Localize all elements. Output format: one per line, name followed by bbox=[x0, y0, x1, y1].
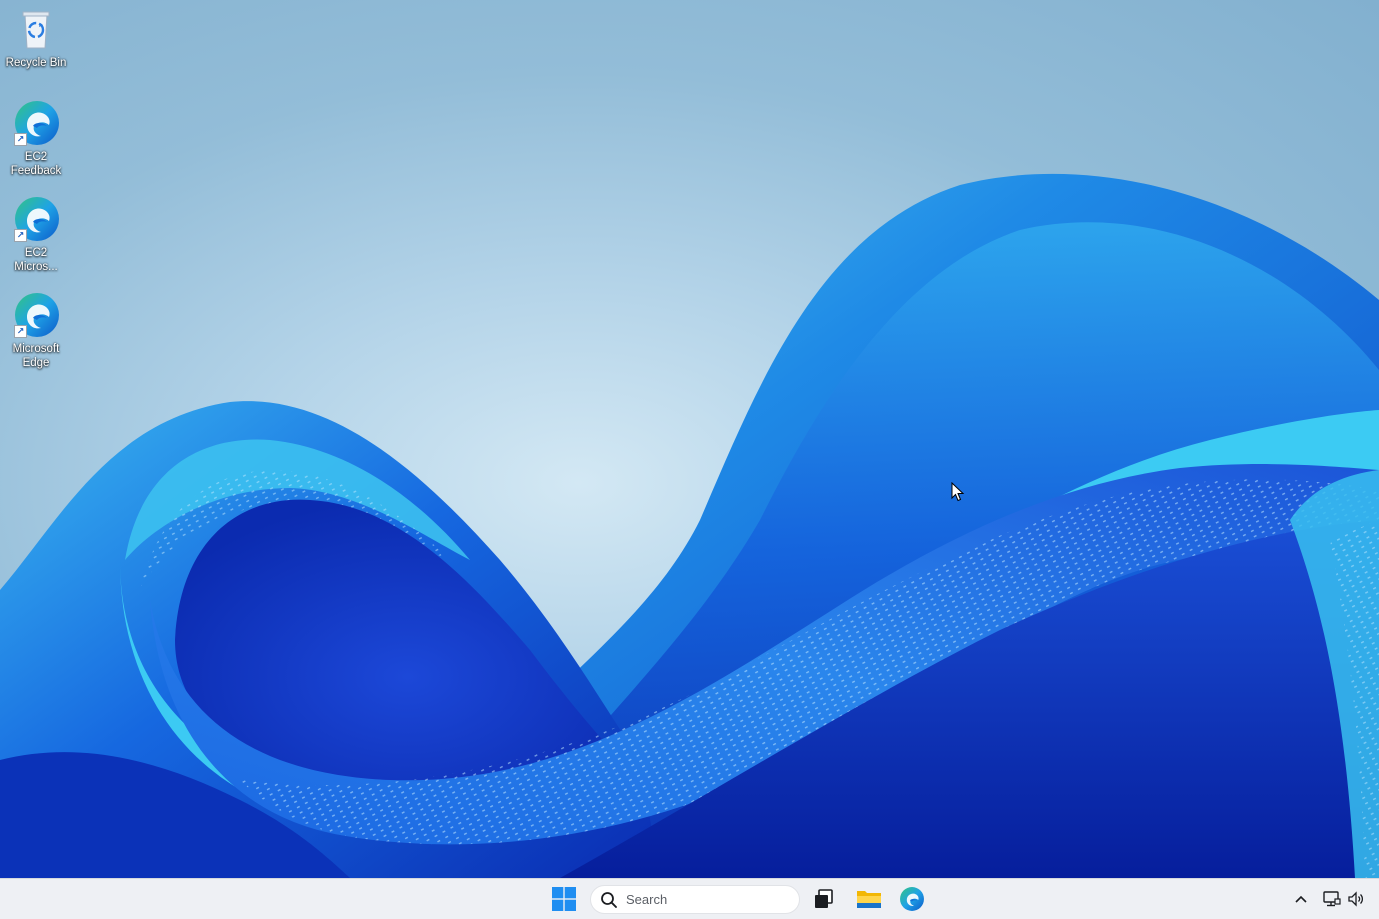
search-placeholder: Search bbox=[626, 892, 668, 907]
edge-icon: ↗ bbox=[11, 194, 61, 244]
taskbar-search-box[interactable]: Search bbox=[590, 885, 800, 914]
chevron-up-icon bbox=[1295, 895, 1307, 903]
volume-icon bbox=[1348, 891, 1364, 907]
desktop-icon-ec2-micros[interactable]: ↗ EC2 Micros... bbox=[0, 194, 72, 274]
file-explorer-button[interactable] bbox=[850, 883, 888, 915]
recycle-bin-icon bbox=[11, 4, 61, 54]
volume-button[interactable] bbox=[1345, 889, 1367, 909]
desktop-icon-label: EC2 Micros... bbox=[14, 247, 58, 273]
task-view-button[interactable] bbox=[805, 883, 843, 915]
desktop-icon-microsoft-edge[interactable]: ↗ Microsoft Edge bbox=[0, 290, 72, 370]
desktop: Recycle Bin ↗ EC2 Feedback ↗ EC2 Micros.… bbox=[0, 0, 1379, 878]
network-status-button[interactable] bbox=[1321, 889, 1343, 909]
wallpaper-bloom bbox=[0, 173, 1379, 878]
search-icon bbox=[601, 891, 617, 908]
start-button[interactable] bbox=[545, 883, 583, 915]
edge-taskbar-button[interactable] bbox=[893, 883, 931, 915]
file-explorer-icon bbox=[857, 891, 881, 908]
mouse-cursor-icon bbox=[951, 482, 965, 502]
desktop-icon-label: Recycle Bin bbox=[5, 57, 67, 69]
task-view-icon bbox=[815, 889, 833, 908]
desktop-icon-ec2-feedback[interactable]: ↗ EC2 Feedback bbox=[0, 98, 72, 178]
network-icon bbox=[1323, 891, 1341, 907]
show-hidden-icons-button[interactable] bbox=[1290, 889, 1312, 909]
desktop-icon-label: EC2 Feedback bbox=[10, 151, 62, 177]
desktop-icon-recycle-bin[interactable]: Recycle Bin bbox=[0, 4, 72, 70]
windows-start-icon bbox=[552, 887, 576, 911]
desktop-icon-label: Microsoft Edge bbox=[12, 343, 60, 369]
edge-icon: ↗ bbox=[11, 98, 61, 148]
shortcut-arrow-icon: ↗ bbox=[14, 325, 27, 338]
taskbar: Search bbox=[0, 878, 1379, 919]
shortcut-arrow-icon: ↗ bbox=[14, 133, 27, 146]
shortcut-arrow-icon: ↗ bbox=[14, 229, 27, 242]
edge-icon: ↗ bbox=[11, 290, 61, 340]
edge-icon bbox=[900, 887, 924, 911]
